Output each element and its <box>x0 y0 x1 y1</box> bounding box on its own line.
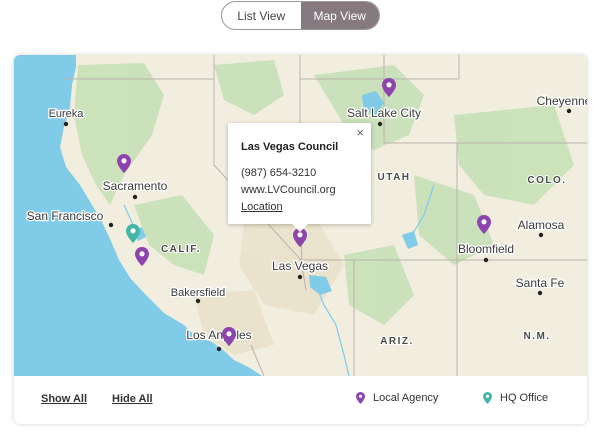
city-label: San Francisco <box>27 209 104 223</box>
map-pin-icon <box>356 392 365 404</box>
map-footer: Show All Hide All Local Agency HQ Office <box>14 376 587 424</box>
city-dot <box>195 298 201 304</box>
city-dot <box>132 194 138 200</box>
popup-title: Las Vegas Council <box>241 141 339 153</box>
map-card: Eureka Salt Lake City Cheyenne Sacramento Sa… <box>14 55 587 424</box>
city-label: Los Angeles <box>186 328 251 342</box>
close-icon[interactable]: × <box>356 126 364 140</box>
city-label: Santa Fe <box>516 276 565 290</box>
state-label: COLO. <box>527 175 566 186</box>
pin-center <box>130 228 136 234</box>
pin-center <box>297 232 303 238</box>
popup-pointer <box>292 224 308 232</box>
pin-center <box>121 158 127 164</box>
city-dot <box>537 290 543 296</box>
list-view-button[interactable]: List View <box>222 2 301 29</box>
legend-local-agency: Local Agency <box>356 392 438 404</box>
pin-center <box>386 82 392 88</box>
state-label: CALIF. <box>161 244 201 255</box>
city-label: Alamosa <box>518 218 565 232</box>
city-dot <box>63 121 69 127</box>
pin-center <box>481 219 487 225</box>
city-label: Cheyenne <box>537 94 587 108</box>
city-label: Bakersfield <box>171 287 225 299</box>
view-toggle: List View Map View <box>221 1 380 30</box>
city-dot <box>297 274 303 280</box>
legend-label: Local Agency <box>373 392 439 404</box>
state-label: UTAH <box>377 172 410 183</box>
pin-center <box>139 251 145 257</box>
legend-hq-office: HQ Office <box>483 392 548 404</box>
hide-all-link[interactable]: Hide All <box>112 393 153 405</box>
city-label: Las Vegas <box>272 259 328 273</box>
city-dot <box>566 108 572 114</box>
pin-center <box>226 331 232 337</box>
show-all-link[interactable]: Show All <box>41 393 87 405</box>
city-dot <box>216 346 222 352</box>
city-dot <box>108 222 114 228</box>
city-dot <box>538 232 544 238</box>
state-label: ARIZ. <box>380 336 414 347</box>
city-label: Eureka <box>49 108 85 120</box>
city-label: Bloomfield <box>458 242 514 256</box>
popup-website: www.LVCouncil.org <box>241 184 336 196</box>
city-label: Salt Lake City <box>347 106 421 120</box>
map-canvas[interactable]: Eureka Salt Lake City Cheyenne Sacramento Sa… <box>14 55 587 376</box>
state-label: N.M. <box>523 331 550 342</box>
popup-phone: (987) 654-3210 <box>241 167 317 179</box>
city-dot <box>377 121 383 127</box>
city-dot <box>483 257 489 263</box>
popup-location-link[interactable]: Location <box>241 199 359 216</box>
info-popup: × Las Vegas Council (987) 654-3210 www.L… <box>228 123 371 232</box>
legend-label: HQ Office <box>500 392 549 404</box>
map-pin-icon <box>483 392 492 404</box>
city-label: Sacramento <box>103 179 168 193</box>
map-view-button[interactable]: Map View <box>300 2 379 29</box>
